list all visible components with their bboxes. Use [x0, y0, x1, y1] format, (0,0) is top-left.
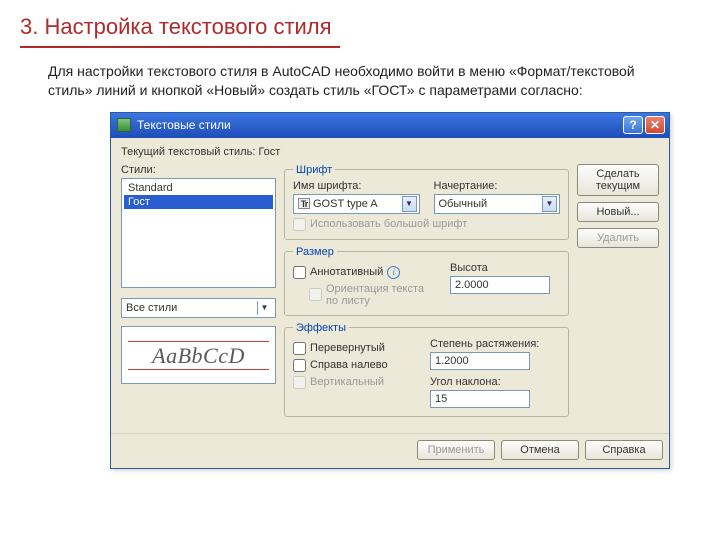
big-font-label: Использовать большой шрифт — [310, 218, 467, 230]
help-button[interactable]: Справка — [585, 440, 663, 460]
titlebar-close-button[interactable]: ✕ — [645, 116, 665, 134]
chevron-down-icon: ▼ — [402, 196, 417, 212]
rtl-label: Справа налево — [310, 359, 388, 371]
orient-label: Ориентация текста по листу — [326, 283, 436, 307]
delete-style-button: Удалить — [577, 228, 659, 248]
filter-dropdown[interactable]: Все стили ▼ — [121, 298, 276, 318]
slide-title: 3. Настройка текстового стиля — [20, 14, 700, 40]
styles-listbox[interactable]: Standard Гост — [121, 178, 276, 288]
info-icon[interactable]: i — [387, 266, 400, 279]
dialog-footer: Применить Отмена Справка — [111, 433, 669, 468]
width-factor-input[interactable]: 1.2000 — [430, 352, 530, 370]
preview-guide-line — [128, 369, 269, 370]
new-style-button[interactable]: Новый... — [577, 202, 659, 222]
cancel-button[interactable]: Отмена — [501, 440, 579, 460]
dialog-body: Текущий текстовый стиль: Гост Стили: Sta… — [111, 138, 669, 433]
big-font-input — [293, 218, 306, 231]
text-styles-dialog: Текстовые стили ? ✕ Текущий текстовый ст… — [110, 112, 670, 469]
chevron-down-icon: ▼ — [542, 196, 557, 212]
preview-box: AaBbCcD — [121, 326, 276, 384]
intro-paragraph: Для настройки текстового стиля в AutoCAD… — [48, 62, 680, 100]
current-style-row: Текущий текстовый стиль: Гост — [121, 146, 659, 158]
font-name-label: Имя шрифта: — [293, 180, 420, 192]
annotative-label: Аннотативный — [310, 266, 383, 278]
vertical-label: Вертикальный — [310, 376, 384, 388]
font-style-dropdown[interactable]: Обычный ▼ — [434, 194, 561, 214]
font-legend: Шрифт — [293, 164, 335, 176]
app-icon — [117, 118, 131, 132]
list-item[interactable]: Гост — [124, 195, 273, 209]
size-legend: Размер — [293, 246, 337, 258]
styles-label: Стили: — [121, 164, 276, 176]
orient-input — [309, 288, 322, 301]
annotative-checkbox[interactable]: Аннотативный i — [293, 266, 436, 279]
preview-sample-text: AaBbCcD — [122, 343, 275, 369]
rtl-input[interactable] — [293, 359, 306, 372]
size-group: Размер Аннотативный i Ориентация текста … — [284, 246, 569, 316]
current-style-label: Текущий текстовый стиль: — [121, 146, 255, 158]
titlebar: Текстовые стили ? ✕ — [111, 113, 669, 138]
vertical-checkbox: Вертикальный — [293, 376, 416, 389]
font-group: Шрифт Имя шрифта: Tr GOST type A ▼ — [284, 164, 569, 240]
flip-checkbox[interactable]: Перевернутый — [293, 342, 416, 355]
font-style-label: Начертание: — [434, 180, 561, 192]
orient-checkbox: Ориентация текста по листу — [309, 283, 436, 307]
annotative-input[interactable] — [293, 266, 306, 279]
big-font-checkbox: Использовать большой шрифт — [293, 218, 560, 231]
vertical-input — [293, 376, 306, 389]
height-input[interactable]: 2.0000 — [450, 276, 550, 294]
chevron-down-icon: ▼ — [257, 301, 271, 315]
flip-input[interactable] — [293, 342, 306, 355]
set-current-button[interactable]: Сделать текущим — [577, 164, 659, 196]
current-style-value: Гост — [258, 146, 280, 158]
oblique-angle-label: Угол наклона: — [430, 376, 560, 388]
filter-value: Все стили — [126, 302, 177, 314]
truetype-icon: Tr — [298, 198, 310, 209]
titlebar-help-button[interactable]: ? — [623, 116, 643, 134]
apply-button: Применить — [417, 440, 495, 460]
font-name-value: GOST type A — [313, 198, 378, 210]
list-item[interactable]: Standard — [124, 181, 273, 195]
effects-group: Эффекты Перевернутый Справа налево — [284, 322, 569, 417]
rtl-checkbox[interactable]: Справа налево — [293, 359, 416, 372]
height-label: Высота — [450, 262, 560, 274]
effects-legend: Эффекты — [293, 322, 349, 334]
dialog-title: Текстовые стили — [137, 118, 621, 132]
width-factor-label: Степень растяжения: — [430, 338, 560, 350]
title-underline — [20, 46, 340, 48]
font-name-dropdown[interactable]: Tr GOST type A ▼ — [293, 194, 420, 214]
oblique-angle-input[interactable]: 15 — [430, 390, 530, 408]
flip-label: Перевернутый — [310, 342, 385, 354]
font-style-value: Обычный — [439, 198, 543, 210]
preview-guide-line — [128, 341, 269, 342]
